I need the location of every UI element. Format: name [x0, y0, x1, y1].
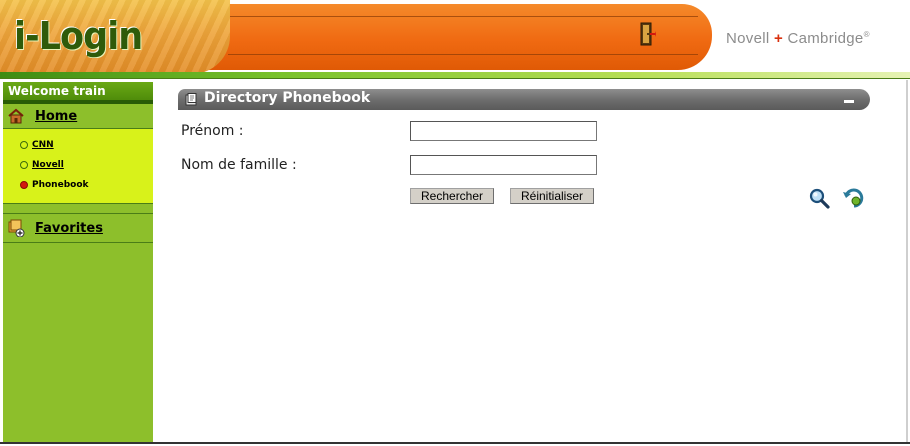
sidebar-item-cnn[interactable]: CNN	[3, 135, 153, 155]
sidebar-item-favorites[interactable]: Favorites	[3, 213, 153, 243]
header-line	[228, 16, 698, 17]
brand-registered-mark: ®	[863, 30, 870, 39]
nom-label: Nom de famille :	[181, 157, 297, 173]
active-bullet-icon	[20, 181, 28, 189]
sidebar-item-phonebook[interactable]: Phonebook	[3, 175, 153, 195]
search-button[interactable]: Rechercher	[410, 188, 495, 204]
magnifier-icon[interactable]	[808, 187, 830, 209]
panel-title: Directory Phonebook	[204, 90, 371, 106]
panel-title-bar: Directory Phonebook	[178, 89, 870, 110]
nom-input[interactable]	[410, 155, 597, 175]
home-link[interactable]: Home	[35, 109, 77, 124]
app-logo: i-Login	[14, 14, 143, 58]
novell-link[interactable]: Novell	[32, 160, 64, 170]
sidebar-item-home[interactable]: Home	[3, 104, 153, 129]
header-orange-bar	[190, 4, 712, 70]
home-submenu: CNN Novell Phonebook	[3, 129, 153, 204]
favorites-icon	[8, 219, 25, 237]
phonebook-icon	[185, 93, 197, 106]
sidebar-item-novell[interactable]: Novell	[3, 155, 153, 175]
frame-border	[0, 442, 910, 444]
header-line	[228, 54, 698, 55]
exit-door-icon[interactable]	[640, 22, 656, 46]
favorites-link[interactable]: Favorites	[35, 221, 103, 236]
brand-plus: +	[773, 30, 784, 47]
prenom-label: Prénom :	[181, 123, 244, 139]
bullet-icon	[20, 141, 28, 149]
bullet-icon	[20, 161, 28, 169]
header: i-Login Novell + Cambridge®	[0, 0, 910, 80]
brand-logo: Novell + Cambridge®	[726, 30, 870, 47]
brand-cambridge: Cambridge	[787, 30, 864, 47]
minimize-icon[interactable]	[844, 100, 854, 103]
header-green-strip	[0, 72, 910, 79]
prenom-input[interactable]	[410, 121, 597, 141]
reset-button[interactable]: Réinitialiser	[510, 188, 595, 204]
refresh-icon[interactable]	[842, 186, 866, 210]
brand-novell: Novell	[726, 30, 770, 47]
phonebook-label: Phonebook	[32, 180, 89, 190]
welcome-message: Welcome train	[3, 82, 153, 100]
cnn-link[interactable]: CNN	[32, 140, 54, 150]
home-icon	[8, 108, 24, 124]
logo-area: i-Login	[0, 0, 230, 74]
sidebar: Welcome train Home CNN Novell Phonebook	[3, 82, 153, 444]
frame-border	[906, 80, 908, 444]
